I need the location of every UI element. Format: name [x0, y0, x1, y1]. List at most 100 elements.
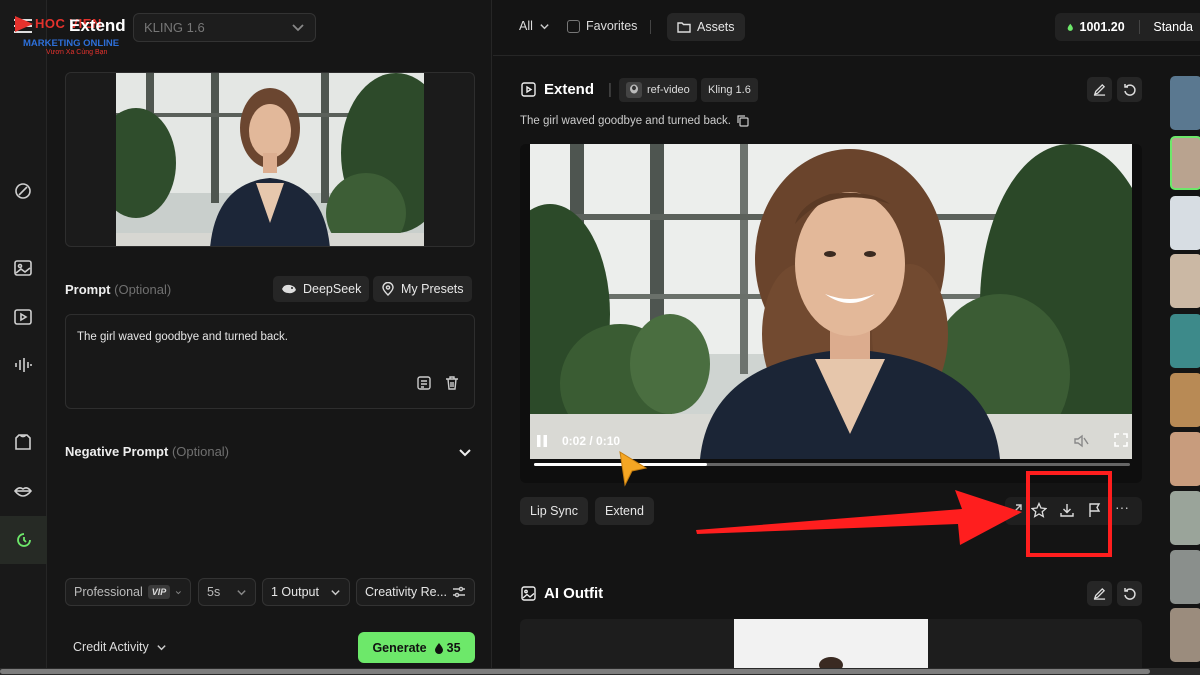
results-panel: All Favorites Assets 1001.20 Standa Exte…: [493, 0, 1200, 675]
history-thumbnail[interactable]: [1170, 254, 1200, 308]
history-thumbnail[interactable]: [1170, 608, 1200, 662]
video-player[interactable]: 0:02 / 0:10: [520, 144, 1142, 483]
download-icon[interactable]: [1059, 502, 1077, 520]
history-thumbnail[interactable]: [1170, 76, 1200, 130]
history-thumbnail-selected[interactable]: [1170, 136, 1200, 190]
lips-icon[interactable]: [9, 477, 37, 505]
credit-drop-icon: [1067, 23, 1073, 31]
pencil-icon: [1093, 587, 1106, 600]
logo-line2: MARKETING ONLINE: [23, 38, 120, 49]
output-count-value: 1 Output: [271, 585, 319, 599]
credit-activity-toggle[interactable]: Credit Activity: [73, 640, 167, 654]
ai-outfit-preview[interactable]: [520, 619, 1142, 675]
lip-sync-button[interactable]: Lip Sync: [520, 497, 588, 525]
more-options-button[interactable]: ···: [1115, 499, 1129, 515]
favorites-label: Favorites: [586, 19, 638, 33]
video-time: 0:02 / 0:10: [562, 434, 621, 448]
result-extend-title: Extend |: [521, 81, 612, 98]
favorite-star-icon[interactable]: [1030, 501, 1049, 520]
video-icon: [521, 82, 536, 97]
history-thumbnail[interactable]: [1170, 314, 1200, 368]
creativity-relevance-control[interactable]: Creativity Re...: [356, 578, 475, 606]
video-frame: [530, 144, 1132, 459]
plan-label: Standa: [1153, 20, 1193, 34]
video-progress-fill: [534, 463, 707, 466]
shirt-icon[interactable]: [9, 428, 37, 456]
location-pin-icon: [382, 282, 394, 296]
reference-video-thumbnail: [116, 73, 424, 246]
magic-icon[interactable]: [9, 177, 37, 205]
filter-all-dropdown[interactable]: All: [519, 19, 550, 33]
checkbox-box: [567, 19, 580, 33]
history-thumbnail-strip: [1170, 76, 1200, 666]
model-select[interactable]: KLING 1.6: [133, 13, 316, 42]
filter-all-label: All: [519, 19, 533, 33]
model-select-value: KLING 1.6: [144, 20, 205, 35]
history-thumbnail[interactable]: [1170, 550, 1200, 604]
video-icon[interactable]: [9, 303, 37, 331]
result-action-icons: ···: [1005, 497, 1142, 525]
edit-result-button[interactable]: [1087, 77, 1112, 102]
audio-icon[interactable]: [9, 351, 37, 379]
my-presets-label: My Presets: [401, 282, 464, 296]
prompt-textarea[interactable]: The girl waved goodbye and turned back.: [65, 314, 475, 409]
left-topbar: HOC VIEN MARKETING ONLINE Vươn Xa Cùng B…: [15, 0, 492, 56]
assets-label: Assets: [697, 20, 735, 34]
trash-icon[interactable]: [444, 375, 462, 393]
credits-value: 1001.20: [1079, 20, 1125, 34]
negative-prompt-chevron-icon[interactable]: [457, 444, 473, 465]
regenerate-outfit-button[interactable]: [1117, 581, 1142, 606]
regenerate-button[interactable]: [1117, 77, 1142, 102]
deepseek-button[interactable]: DeepSeek: [273, 276, 370, 302]
ref-video-tag[interactable]: ref-video: [619, 78, 697, 102]
report-flag-icon[interactable]: [1087, 502, 1105, 520]
favorites-checkbox[interactable]: Favorites: [567, 19, 637, 33]
negative-prompt-label: Negative Prompt (Optional): [65, 444, 230, 459]
reference-video-preview[interactable]: [65, 72, 475, 247]
history-thumbnail[interactable]: [1170, 196, 1200, 250]
image-icon[interactable]: [9, 254, 37, 282]
result-description: The girl waved goodbye and turned back.: [520, 115, 749, 127]
chevron-down-icon: [237, 589, 246, 595]
extend-button[interactable]: Extend: [595, 497, 654, 525]
edit-outfit-button[interactable]: [1087, 581, 1112, 606]
my-presets-button[interactable]: My Presets: [373, 276, 472, 302]
app-window: HOC VIEN MARKETING ONLINE Vươn Xa Cùng B…: [0, 0, 1200, 675]
ai-outfit-image: [734, 619, 928, 675]
left-icon-rail: [0, 0, 47, 675]
ref-video-avatar-icon: [626, 82, 642, 98]
duration-select[interactable]: 5s: [198, 578, 256, 606]
folder-icon: [677, 22, 691, 33]
pencil-icon: [1093, 83, 1106, 96]
result-ai-outfit-title: AI Outfit: [521, 585, 603, 602]
copy-icon[interactable]: [737, 115, 749, 127]
creativity-label: Creativity Re...: [365, 585, 447, 599]
scrollbar-thumb[interactable]: [0, 669, 1150, 674]
mode-select[interactable]: Professional VIP: [65, 578, 191, 606]
mute-icon[interactable]: [1073, 433, 1089, 454]
generate-button[interactable]: Generate 35: [358, 632, 475, 663]
fullscreen-icon[interactable]: [1114, 433, 1128, 452]
video-progress-bar[interactable]: [534, 463, 1130, 466]
mode-value: Professional: [74, 585, 143, 599]
chevron-down-icon: [331, 589, 340, 595]
save-prompt-icon[interactable]: [416, 375, 434, 393]
ref-video-label: ref-video: [647, 84, 690, 96]
history-thumbnail[interactable]: [1170, 432, 1200, 486]
horizontal-scrollbar[interactable]: [0, 668, 1200, 675]
history-thumbnail[interactable]: [1170, 373, 1200, 427]
extend-tool-icon[interactable]: [0, 516, 47, 564]
model-tag-label: Kling 1.6: [708, 84, 751, 96]
assets-button[interactable]: Assets: [667, 13, 745, 41]
history-thumbnail[interactable]: [1170, 491, 1200, 545]
output-count-select[interactable]: 1 Output: [262, 578, 350, 606]
generate-label: Generate: [372, 640, 427, 655]
sliders-icon: [453, 586, 465, 598]
pause-icon[interactable]: [536, 434, 548, 453]
credit-activity-label: Credit Activity: [73, 640, 149, 654]
deepseek-label: DeepSeek: [303, 282, 362, 296]
results-topbar: All Favorites Assets 1001.20 Standa: [493, 0, 1200, 56]
share-icon[interactable]: [1008, 502, 1026, 520]
duration-value: 5s: [207, 585, 221, 599]
credits-balance[interactable]: 1001.20 Standa: [1055, 13, 1200, 41]
